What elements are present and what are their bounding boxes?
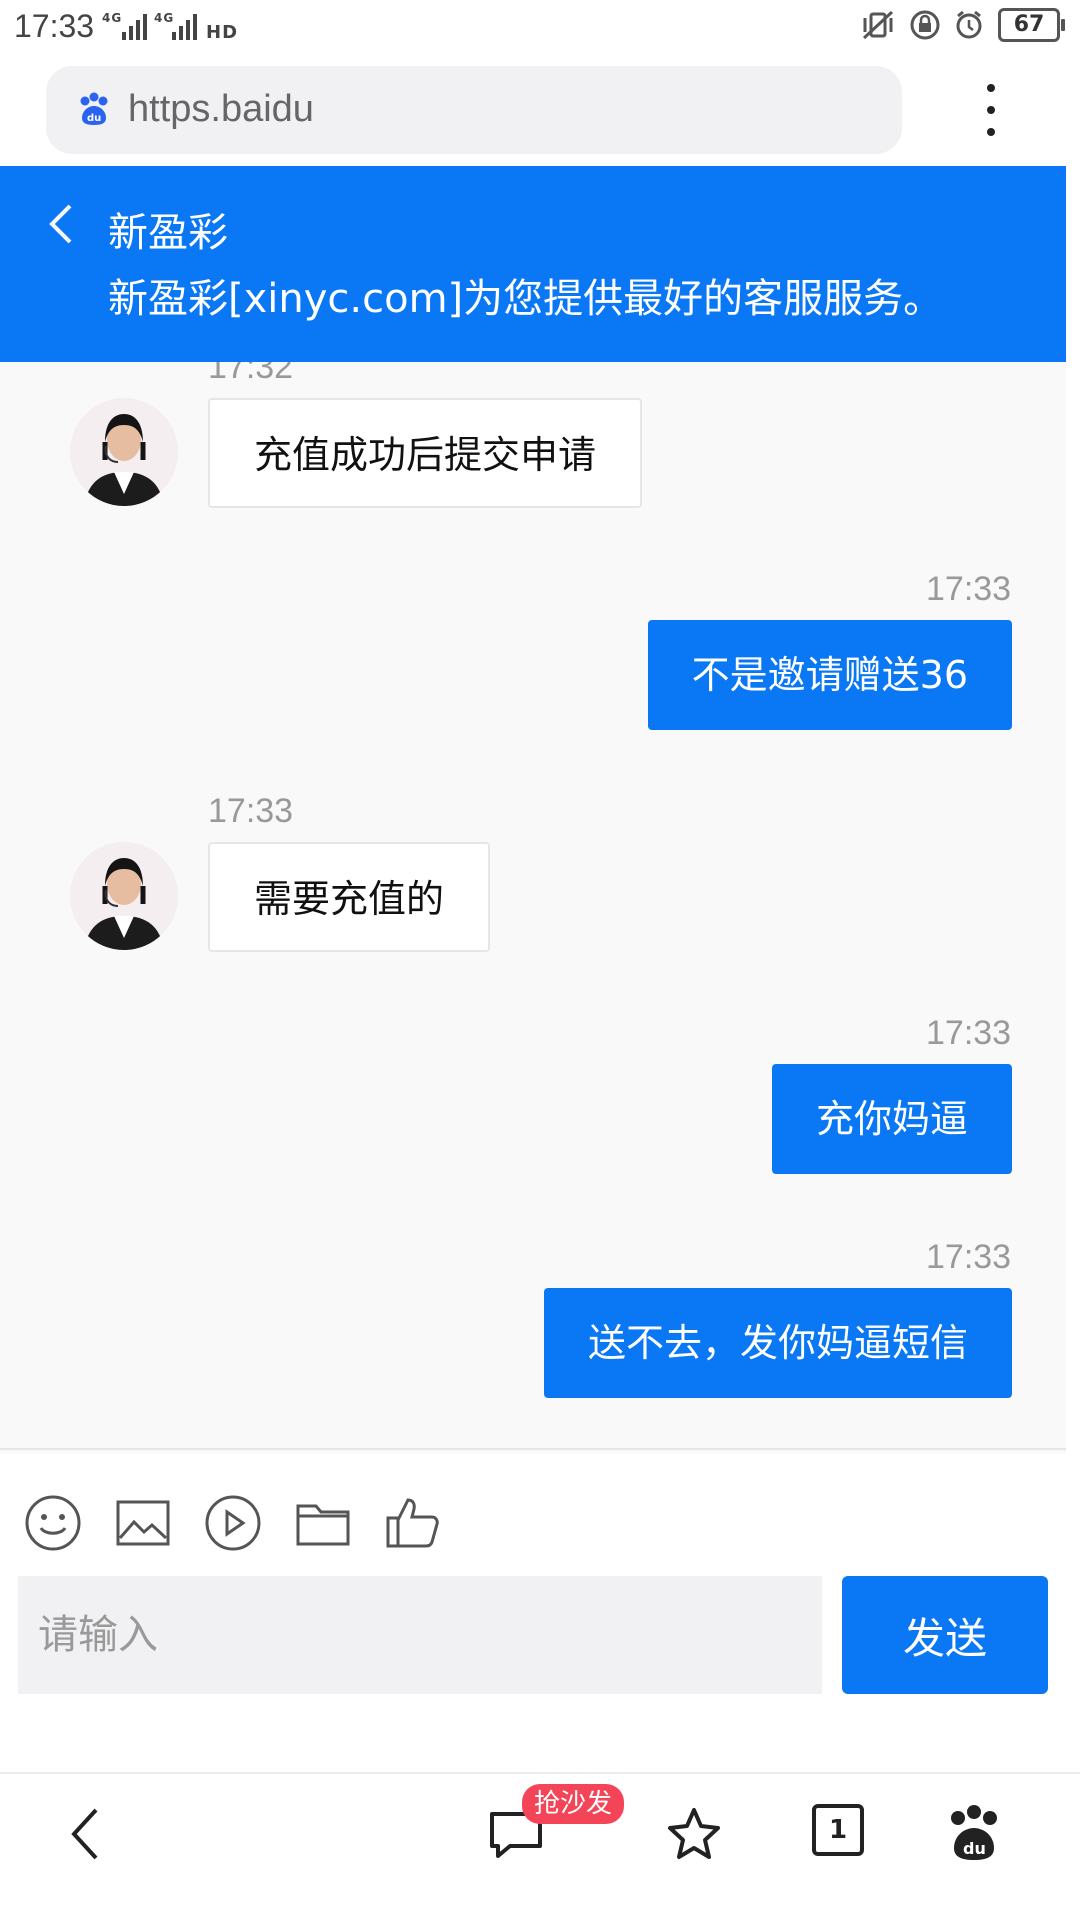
emoji-icon[interactable] [24,1494,82,1552]
tabs-count-icon[interactable]: 1 [812,1804,864,1856]
vibrate-mute-icon [862,10,894,40]
message-timestamp: 17:33 [926,1238,1012,1276]
message-timestamp: 17:33 [926,570,1012,608]
message-list[interactable]: 17:32 充值成功后提交申请 17:33 不是邀请赠送36 17:33 需要充… [0,362,1066,1454]
back-chevron-icon[interactable] [46,202,76,246]
svg-text:du: du [963,1839,986,1858]
chat-subtitle: 新盈彩[xinyc.com]为您提供最好的客服服务。 [108,276,944,322]
svg-text:4G: 4G [154,11,174,25]
outgoing-message-bubble: 不是邀请赠送36 [647,620,1012,730]
thumbs-up-icon[interactable] [384,1494,442,1552]
signal-icon: 4G 4G HD [102,11,238,43]
network-indicator: 4G 4G HD [102,8,242,53]
message-timestamp: 17:33 [926,1014,1012,1052]
back-icon[interactable] [66,1804,106,1864]
composer-toolbar [24,1494,442,1552]
baidu-home-icon[interactable]: du [946,1804,1002,1864]
svg-text:HD: HD [206,22,238,43]
alarm-icon [956,10,982,39]
message-timestamp: 17:32 [208,362,294,386]
agent-avatar [70,842,178,950]
baidu-paw-icon: du [80,92,108,125]
star-icon[interactable] [664,1804,724,1864]
video-play-icon[interactable] [204,1494,262,1552]
agent-avatar-icon [70,842,178,950]
battery-indicator: 67 [998,8,1065,42]
browser-bottom-nav: 抢沙发 1 du [0,1772,1080,1922]
url-text: https.baidu [128,88,314,130]
incoming-message-bubble: 充值成功后提交申请 [208,398,643,508]
agent-avatar-icon [70,398,178,506]
outgoing-message-bubble: 充你妈逼 [771,1064,1012,1174]
outgoing-message-bubble: 送不去，发你妈逼短信 [543,1288,1012,1398]
chat-header: 新盈彩 新盈彩[xinyc.com]为您提供最好的客服服务。 [0,166,1066,362]
message-timestamp: 17:33 [208,792,294,830]
lock-rotation-icon [910,10,940,40]
chat-title: 新盈彩 [108,210,228,256]
overflow-menu-icon[interactable] [976,84,1006,144]
image-icon[interactable] [114,1494,172,1552]
comment-badge: 抢沙发 [522,1784,625,1824]
svg-text:du: du [87,113,101,124]
status-bar: 17:33 4G 4G HD 67 [0,0,1080,56]
agent-avatar [70,398,178,506]
incoming-message-bubble: 需要充值的 [208,842,491,952]
send-button[interactable]: 发送 [842,1576,1048,1694]
svg-text:4G: 4G [102,11,122,25]
folder-icon[interactable] [294,1494,352,1552]
url-bar[interactable]: du https.baidu [46,66,902,154]
message-input[interactable]: 请输入 [18,1576,822,1694]
status-icons: 67 [860,8,1065,42]
status-time: 17:33 [14,8,95,44]
composer-divider [0,1448,1066,1450]
